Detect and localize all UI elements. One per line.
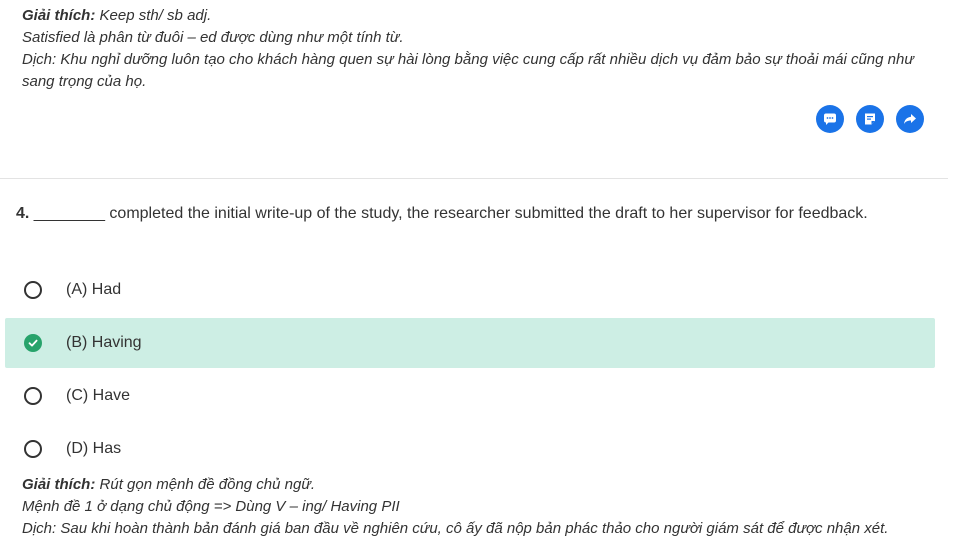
rule-text: Keep sth/ sb adj. <box>99 7 212 24</box>
question-number: 4. <box>16 205 30 222</box>
previous-explanation-translation: Dịch: Khu nghỉ dưỡng luôn tạo cho khách … <box>22 51 914 90</box>
previous-explanation: Giải thích: Keep sth/ sb adj. Satisfied … <box>22 5 932 93</box>
question-text: 4. ________ completed the initial write-… <box>16 202 896 226</box>
option-a[interactable]: (A) Had <box>5 265 935 315</box>
radio-unchecked-icon[interactable] <box>24 281 42 299</box>
option-label: (C) Have <box>66 387 131 404</box>
question-body: ________ completed the initial write-up … <box>29 205 868 222</box>
option-label: (D) Has <box>66 440 122 457</box>
section-divider <box>0 178 948 179</box>
radio-unchecked-icon[interactable] <box>24 440 42 458</box>
check-circle-icon[interactable] <box>24 334 42 352</box>
option-label: (A) Had <box>66 281 122 298</box>
note-icon <box>865 113 875 125</box>
note-button[interactable] <box>856 105 884 133</box>
current-explanation: Giải thích: Rút gọn mệnh đề đồng chủ ngữ… <box>22 474 932 540</box>
option-b[interactable]: (B) Having <box>5 318 935 368</box>
previous-explanation-rule: Giải thích: Keep sth/ sb adj. <box>22 5 932 27</box>
action-buttons <box>816 105 924 133</box>
explanation-label: Giải thích: <box>22 476 96 493</box>
rule-text: Rút gọn mệnh đề đồng chủ ngữ. <box>99 476 316 493</box>
share-button[interactable] <box>896 105 924 133</box>
explanation-label: Giải thích: <box>22 7 96 24</box>
option-c[interactable]: (C) Have <box>5 371 935 421</box>
comment-icon <box>824 113 836 125</box>
radio-unchecked-icon[interactable] <box>24 387 42 405</box>
option-label: (B) Having <box>66 334 142 351</box>
option-d[interactable]: (D) Has <box>5 424 935 474</box>
share-icon <box>904 114 916 124</box>
current-explanation-translation: Dịch: Sau khi hoàn thành bản đánh giá ba… <box>22 520 889 537</box>
current-explanation-line2: Mệnh đề 1 ở dạng chủ động => Dùng V – in… <box>22 498 400 515</box>
comment-button[interactable] <box>816 105 844 133</box>
previous-explanation-line2: Satisfied là phân từ đuôi – ed được dùng… <box>22 29 404 46</box>
current-explanation-rule: Giải thích: Rút gọn mệnh đề đồng chủ ngữ… <box>22 474 932 496</box>
